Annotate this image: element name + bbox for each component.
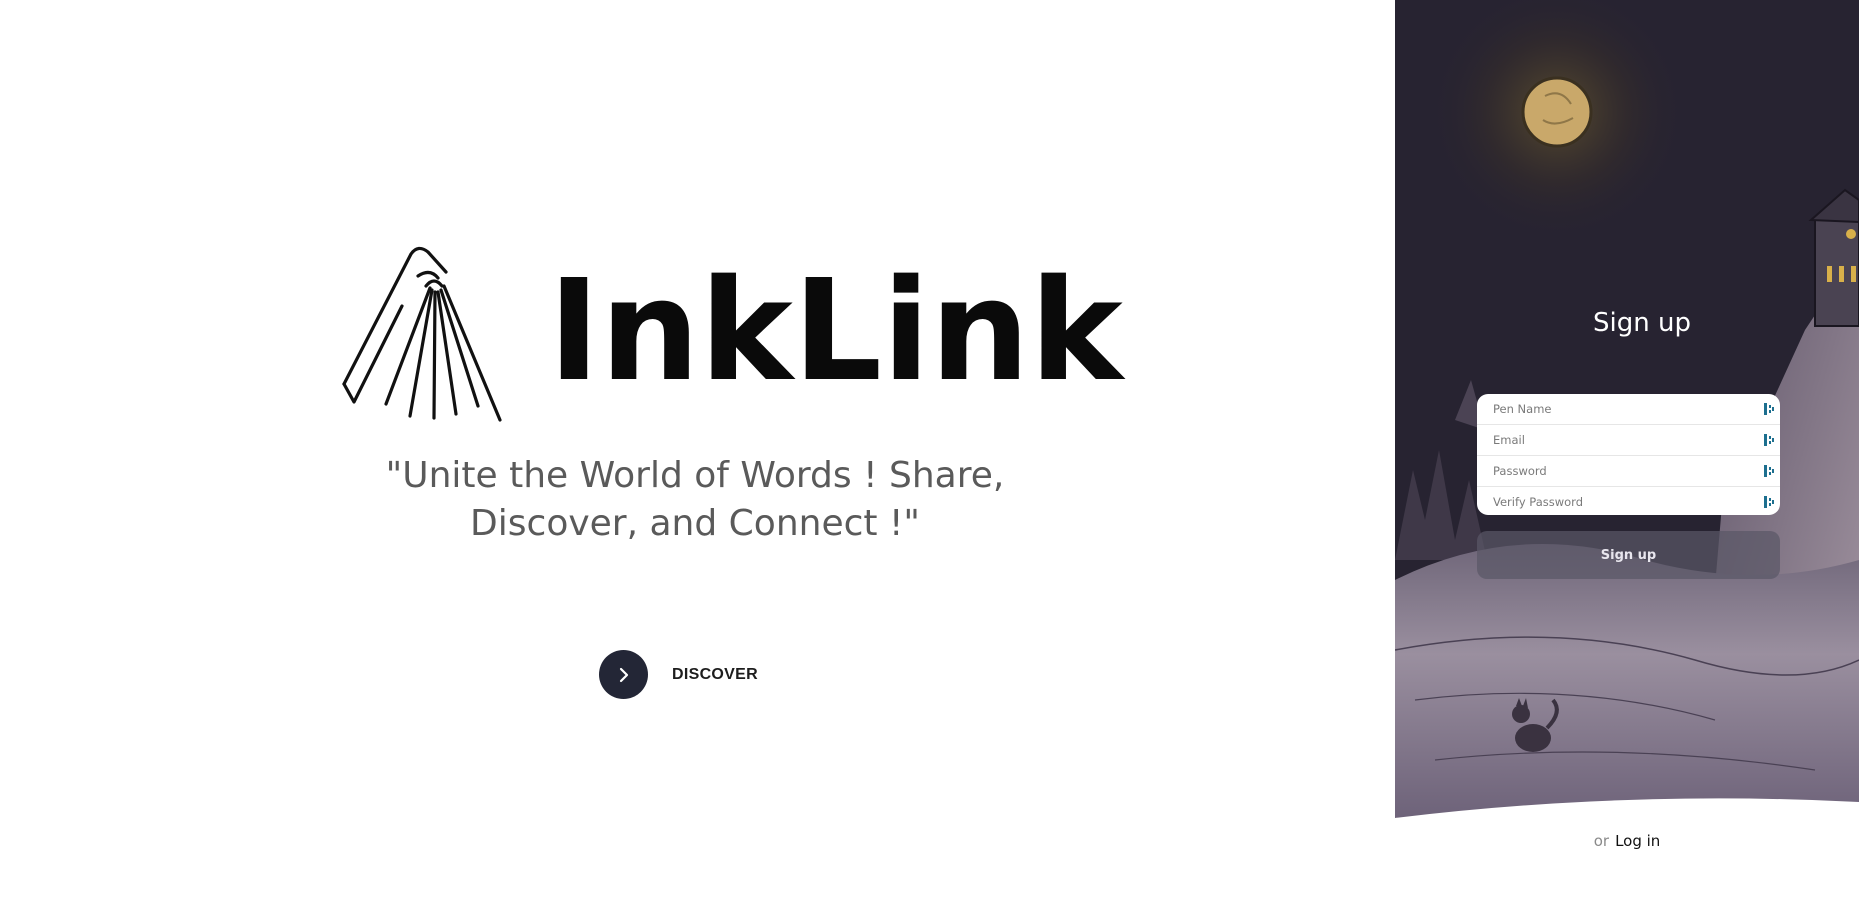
signup-title: Sign up	[1593, 308, 1691, 338]
pen-name-field	[1477, 394, 1780, 425]
signup-button[interactable]: Sign up	[1477, 531, 1780, 579]
discover-button[interactable]: DISCOVER	[599, 650, 758, 699]
brand-name: InkLink	[548, 250, 1123, 413]
password-manager-icon[interactable]	[1762, 464, 1776, 478]
password-manager-icon[interactable]	[1762, 495, 1776, 509]
password-input[interactable]	[1491, 463, 1755, 479]
login-link[interactable]: Log in	[1615, 832, 1660, 850]
password-manager-icon[interactable]	[1762, 433, 1776, 447]
tagline: "Unite the World of Words ! Share, Disco…	[385, 455, 1005, 544]
email-field	[1477, 425, 1780, 456]
login-prompt: or Log in	[1395, 832, 1859, 850]
open-book-icon	[342, 246, 502, 422]
chevron-right-icon	[619, 667, 628, 682]
login-prefix: or	[1593, 832, 1610, 850]
verify-password-input[interactable]	[1491, 494, 1755, 510]
discover-circle[interactable]	[599, 650, 648, 699]
email-input[interactable]	[1491, 432, 1755, 448]
pen-name-input[interactable]	[1491, 401, 1755, 417]
discover-label[interactable]: DISCOVER	[672, 666, 758, 684]
password-field	[1477, 456, 1780, 487]
hero-section: InkLink "Unite the World of Words ! Shar…	[0, 0, 1395, 911]
signup-panel: Sign up Sign up orLog	[1395, 0, 1859, 911]
signup-form	[1477, 394, 1780, 515]
password-manager-icon[interactable]	[1762, 402, 1776, 416]
verify-password-field	[1477, 487, 1780, 515]
